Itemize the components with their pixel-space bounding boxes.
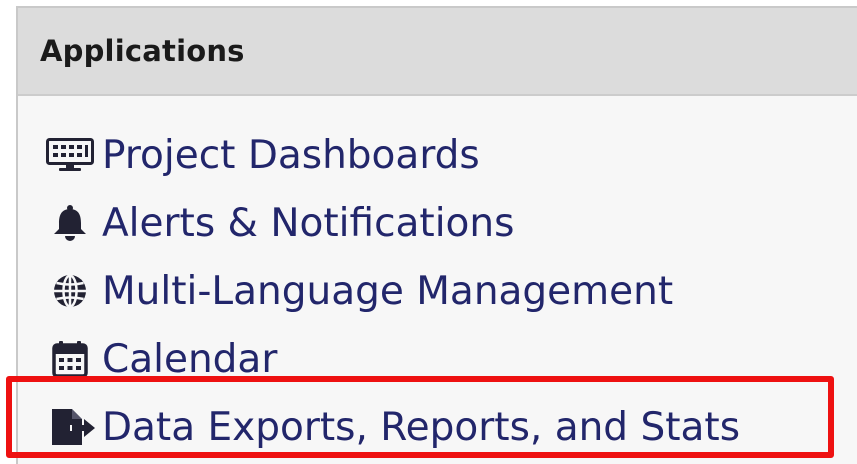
menu-item-label: Multi-Language Management bbox=[102, 268, 674, 314]
panel-header: Applications bbox=[18, 8, 857, 96]
menu-item-label: Project Dashboards bbox=[102, 132, 480, 178]
menu-item-label: Data Exports, Reports, and Stats bbox=[102, 404, 741, 450]
globe-icon bbox=[46, 271, 102, 311]
menu-item-project-dashboards[interactable]: Project Dashboards bbox=[18, 121, 857, 189]
menu-item-multi-language-management[interactable]: Multi-Language Management bbox=[18, 257, 857, 325]
panel-title: Applications bbox=[40, 34, 245, 68]
applications-menu: Project Dashboards Alerts & Notification… bbox=[18, 121, 857, 461]
menu-item-label: Alerts & Notifications bbox=[102, 200, 515, 246]
dashboard-monitor-icon bbox=[46, 135, 102, 175]
applications-panel: Applications Project Dashboards Alerts &… bbox=[16, 6, 857, 464]
menu-item-data-exports-reports-stats[interactable]: Data Exports, Reports, and Stats bbox=[18, 393, 857, 461]
menu-item-calendar[interactable]: Calendar bbox=[18, 325, 857, 393]
bell-icon bbox=[46, 203, 102, 243]
menu-item-alerts-notifications[interactable]: Alerts & Notifications bbox=[18, 189, 857, 257]
calendar-icon bbox=[46, 339, 102, 379]
menu-item-label: Calendar bbox=[102, 336, 278, 382]
file-export-icon bbox=[46, 407, 102, 447]
